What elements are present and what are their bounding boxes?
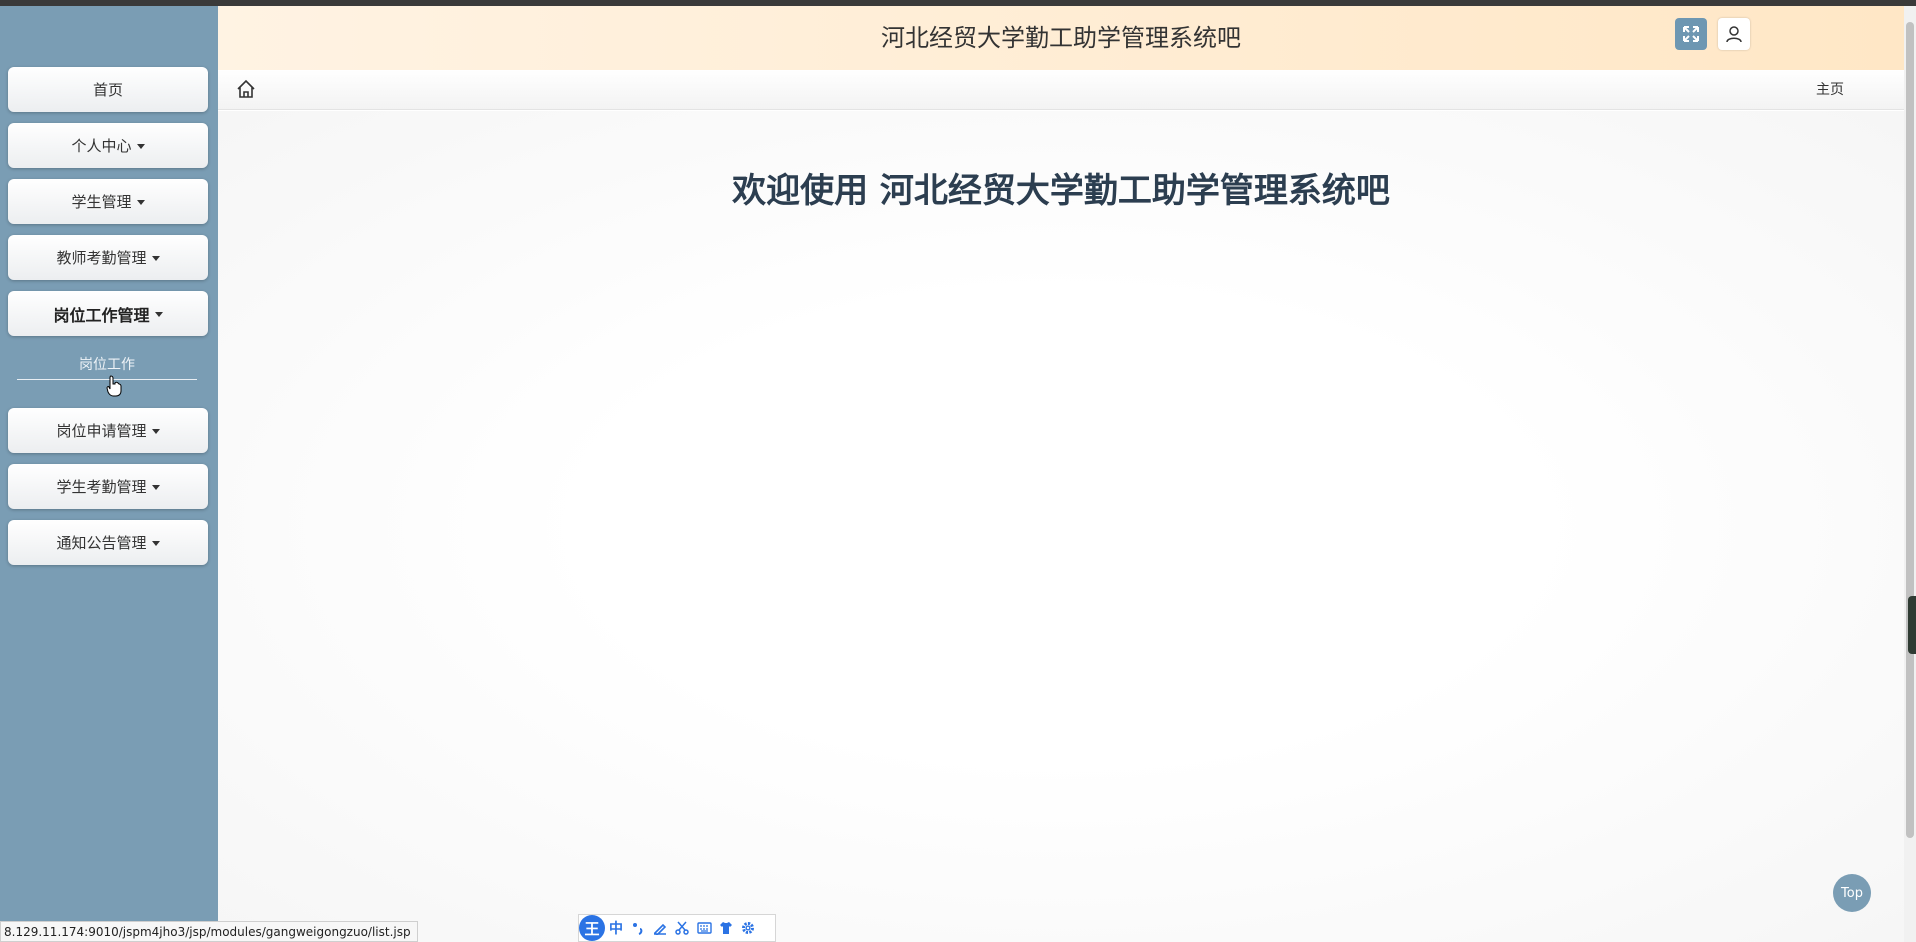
sidebar-item-label: 通知公告管理 [56,534,147,552]
scissors-icon[interactable] [671,917,693,939]
ime-mode-button[interactable]: 中 [605,917,627,939]
sidebar-item-notice-management[interactable]: 通知公告管理 [8,520,208,565]
caret-down-icon [154,312,163,317]
expand-icon [1683,26,1699,42]
user-button[interactable] [1718,18,1750,50]
sidebar-item-label: 岗位申请管理 [56,422,147,440]
sidebar-subitem-label: 岗位工作 [79,357,135,373]
caret-down-icon [151,429,160,434]
gear-icon[interactable] [737,917,759,939]
sidebar-item-label: 首页 [92,81,123,99]
sidebar-item-label: 学生管理 [71,193,132,211]
sidebar-item-position-work-management[interactable]: 岗位工作管理 [8,291,208,336]
sidebar-item-student-attendance[interactable]: 学生考勤管理 [8,464,208,509]
app-title: 河北经贸大学勤工助学管理系统吧 [881,24,1241,52]
side-widget-tab[interactable] [1908,596,1916,654]
breadcrumb-home-label[interactable]: 主页 [1816,70,1844,110]
caret-down-icon [136,144,145,149]
user-icon [1726,26,1742,43]
hand-cursor-icon [106,375,122,397]
caret-down-icon [151,541,160,546]
sidebar-item-student-management[interactable]: 学生管理 [8,179,208,224]
ime-toolbar: 王 中 [578,914,776,942]
sidebar-item-teacher-attendance[interactable]: 教师考勤管理 [8,235,208,280]
keyboard-icon[interactable] [693,917,715,939]
sidebar: 首页 个人中心 学生管理 教师考勤管理 岗位工作管理 岗位工作 岗位申请管理 学… [0,6,218,942]
breadcrumb: 主页 [218,70,1904,110]
caret-down-icon [151,256,160,261]
status-url: 8.129.11.174:9010/jspm4jho3/jsp/modules/… [0,921,418,942]
back-to-top-button[interactable]: Top [1833,874,1871,912]
sidebar-item-label: 岗位工作管理 [53,305,150,325]
sidebar-item-personal-center[interactable]: 个人中心 [8,123,208,168]
home-icon[interactable] [236,79,256,99]
pen-icon[interactable] [649,917,671,939]
sidebar-item-label: 个人中心 [71,137,132,155]
sidebar-item-home[interactable]: 首页 [8,67,208,112]
caret-down-icon [151,485,160,490]
app-header: 河北经贸大学勤工助学管理系统吧 [218,6,1904,70]
punctuation-icon[interactable] [627,917,649,939]
sidebar-item-position-application[interactable]: 岗位申请管理 [8,408,208,453]
fullscreen-button[interactable] [1675,18,1707,50]
sidebar-item-label: 学生考勤管理 [56,478,147,496]
caret-down-icon [136,200,145,205]
sidebar-item-label: 教师考勤管理 [56,249,147,267]
scrollbar-thumb[interactable] [1906,22,1914,838]
welcome-heading: 欢迎使用 河北经贸大学勤工助学管理系统吧 [732,171,1390,211]
ime-logo-icon[interactable]: 王 [579,915,605,941]
scrollbar[interactable] [1904,6,1916,942]
shirt-icon[interactable] [715,917,737,939]
main-content: 欢迎使用 河北经贸大学勤工助学管理系统吧 [218,111,1904,942]
